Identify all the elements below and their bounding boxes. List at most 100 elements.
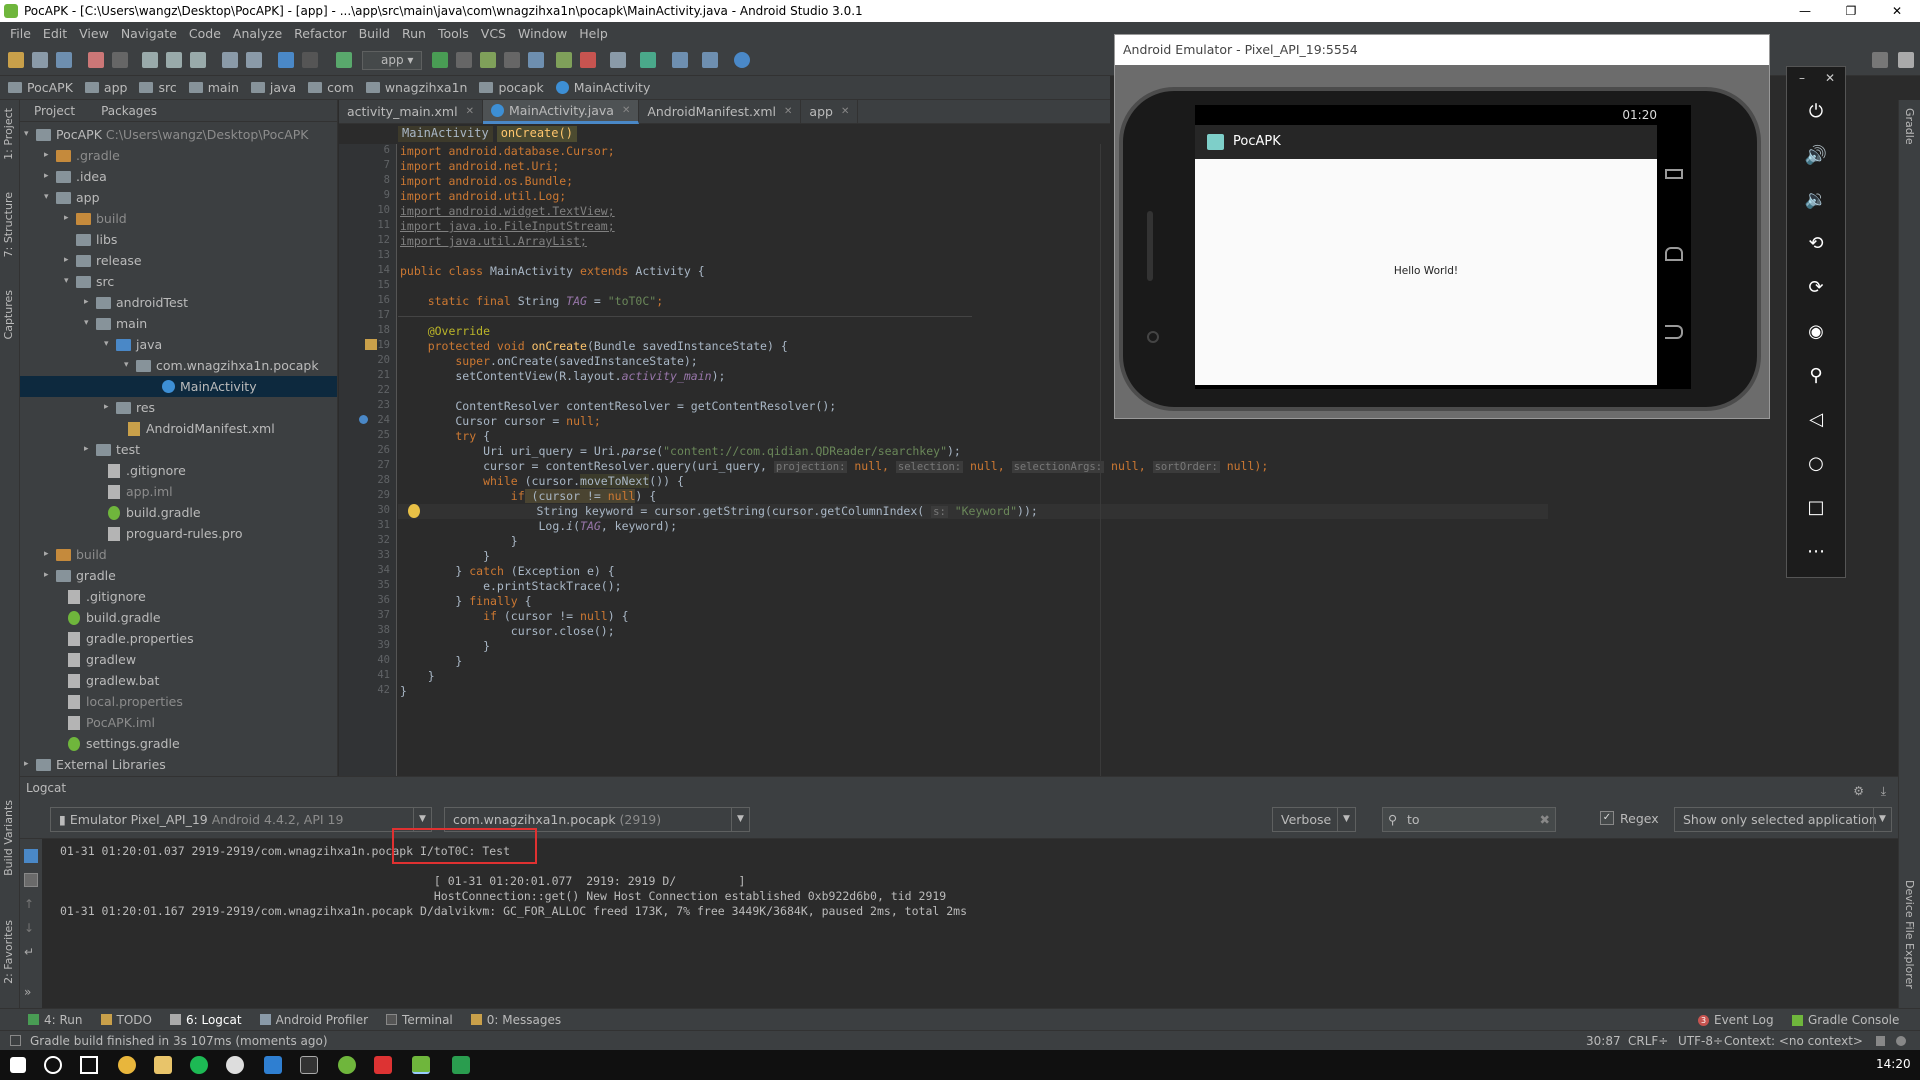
tree-item-app-build-gradle[interactable]: build.gradle <box>96 502 201 523</box>
volume-up-icon[interactable]: 🔊 <box>1804 145 1828 167</box>
app-content[interactable]: Hello World! <box>1195 159 1657 385</box>
tree-item-libs[interactable]: libs <box>64 229 117 250</box>
avd-manager-icon[interactable] <box>640 52 656 68</box>
help-icon[interactable] <box>734 52 750 68</box>
tab-mainactivity-java[interactable]: MainActivity.java ✕ <box>482 100 640 124</box>
packages-view-tab[interactable]: Packages <box>101 104 157 118</box>
tool-windows-icon[interactable] <box>10 1035 21 1046</box>
paste-icon[interactable] <box>190 52 206 68</box>
back-nav-icon[interactable] <box>278 52 294 68</box>
tree-item-manifest[interactable]: AndroidManifest.xml <box>116 418 275 439</box>
tree-item-test[interactable]: ▸ test <box>84 439 140 460</box>
menu-code[interactable]: Code <box>183 26 227 41</box>
android-studio-active-icon[interactable] <box>412 1056 430 1074</box>
chrome-icon[interactable] <box>118 1056 136 1074</box>
tree-item-idea[interactable]: ▸ .idea <box>44 166 107 187</box>
copy-icon[interactable] <box>166 52 182 68</box>
filter-config-select[interactable]: Show only selected application ▼ <box>1674 807 1892 832</box>
tree-item-app-build[interactable]: ▸ build <box>64 208 127 229</box>
rotate-left-icon[interactable]: ⟲ <box>1804 233 1828 255</box>
emulator-minimize-button[interactable]: – <box>1799 71 1805 85</box>
tool-tab-run[interactable]: 4: Run <box>28 1013 83 1027</box>
caret-position[interactable]: 30:87 <box>1586 1031 1621 1051</box>
close-icon[interactable]: ✕ <box>841 100 849 124</box>
menu-vcs[interactable]: VCS <box>475 26 512 41</box>
sdk-manager-icon[interactable] <box>702 52 718 68</box>
cut-icon[interactable] <box>142 52 158 68</box>
clear-logcat-icon[interactable] <box>24 849 38 863</box>
menu-tools[interactable]: Tools <box>432 26 475 41</box>
soft-wrap-icon[interactable]: ↵ <box>24 945 38 959</box>
editor-scrollbar[interactable] <box>1886 144 1898 776</box>
tree-item-gradle[interactable]: ▸ gradle <box>44 565 116 586</box>
logcat-output[interactable]: 01-31 01:20:01.037 2919-2919/com.wnagzih… <box>60 839 1880 1009</box>
menu-file[interactable]: File <box>4 26 37 41</box>
undo-icon[interactable] <box>88 52 104 68</box>
android-studio-icon[interactable] <box>338 1056 356 1074</box>
crumb-class[interactable]: MainActivity <box>398 126 493 142</box>
tree-item-java[interactable]: ▾ java <box>104 334 162 355</box>
run-icon[interactable] <box>432 52 448 68</box>
menu-view[interactable]: View <box>73 26 115 41</box>
menu-build[interactable]: Build <box>353 26 396 41</box>
project-structure-icon[interactable] <box>672 52 688 68</box>
zoom-icon[interactable]: ⚲ <box>1804 365 1828 387</box>
project-view-tab[interactable]: Project <box>34 104 75 118</box>
save-icon[interactable] <box>32 52 48 68</box>
close-button[interactable]: ✕ <box>1874 0 1920 22</box>
file-encoding[interactable]: UTF-8÷ <box>1678 1031 1723 1051</box>
tool-tab-logcat[interactable]: 6: Logcat <box>169 1013 242 1027</box>
stop-icon[interactable] <box>580 52 596 68</box>
restore-button[interactable]: ❐ <box>1828 0 1874 22</box>
home-icon[interactable]: ○ <box>1804 453 1828 475</box>
emulator-close-button[interactable]: ✕ <box>1825 71 1835 85</box>
clear-search-icon[interactable]: ✖ <box>1540 808 1550 831</box>
recent-apps-icon[interactable] <box>1665 169 1683 179</box>
tree-item-proguard[interactable]: proguard-rules.pro <box>96 523 243 544</box>
tree-item-app-gitignore[interactable]: .gitignore <box>96 460 186 481</box>
tree-item-gradlew-bat[interactable]: gradlew.bat <box>56 670 159 691</box>
crumb-app[interactable]: app <box>84 80 127 95</box>
status-message[interactable]: Gradle build finished in 3s 107ms (momen… <box>30 1031 328 1051</box>
menu-edit[interactable]: Edit <box>37 26 73 41</box>
back-icon[interactable] <box>1665 325 1683 339</box>
tab-app-gradle[interactable]: app ✕ <box>801 100 859 124</box>
build-variants-tool-tab[interactable]: Build Variants <box>2 800 15 876</box>
windows-start-icon[interactable] <box>10 1057 26 1073</box>
tree-item-release[interactable]: ▸ release <box>64 250 142 271</box>
profile-icon[interactable] <box>504 52 520 68</box>
menu-navigate[interactable]: Navigate <box>115 26 183 41</box>
override-gutter-icon[interactable] <box>365 339 377 350</box>
menu-analyze[interactable]: Analyze <box>227 26 288 41</box>
inspector-icon[interactable] <box>1896 1036 1906 1046</box>
apply-changes-icon[interactable] <box>456 52 472 68</box>
tree-item-res[interactable]: ▸ res <box>104 397 155 418</box>
home-icon[interactable] <box>1665 247 1683 261</box>
open-icon[interactable] <box>8 52 24 68</box>
crumb-src[interactable]: src <box>139 80 177 95</box>
replace-icon[interactable] <box>246 52 262 68</box>
event-log-toggle-icon[interactable] <box>1898 52 1914 68</box>
tool-tab-gradle-console[interactable]: Gradle Console <box>1792 1013 1899 1027</box>
tab-androidmanifest-xml[interactable]: AndroidManifest.xml ✕ <box>639 100 802 124</box>
tree-item-gitignore[interactable]: .gitignore <box>56 586 146 607</box>
more-icon[interactable]: » <box>24 985 38 999</box>
menu-run[interactable]: Run <box>396 26 432 41</box>
run-config-select[interactable]: app ▾ <box>362 51 422 70</box>
tool-tab-messages[interactable]: 0: Messages <box>470 1013 561 1027</box>
tree-item-gradlew[interactable]: gradlew <box>56 649 136 670</box>
crumb-project[interactable]: PocAPK <box>8 80 73 95</box>
logcat-search-field[interactable]: ⚲ to ✖ <box>1382 807 1556 832</box>
device-screen[interactable]: 01:20 PocAPK Hello World! <box>1195 105 1691 389</box>
find-icon[interactable] <box>222 52 238 68</box>
gradle-sync-icon[interactable] <box>610 52 626 68</box>
tree-item-app[interactable]: ▾ app <box>44 187 100 208</box>
captures-tool-tab[interactable]: Captures <box>2 290 15 339</box>
power-icon[interactable]: ⏻ <box>1804 101 1828 123</box>
tool-tab-profiler[interactable]: Android Profiler <box>259 1013 368 1027</box>
crumb-wnagzihxa1n[interactable]: wnagzihxa1n <box>365 80 467 95</box>
lightbulb-icon[interactable] <box>408 504 420 518</box>
file-explorer-icon[interactable] <box>154 1056 172 1074</box>
lock-icon[interactable] <box>1876 1036 1885 1046</box>
app-icon[interactable] <box>226 1056 244 1074</box>
